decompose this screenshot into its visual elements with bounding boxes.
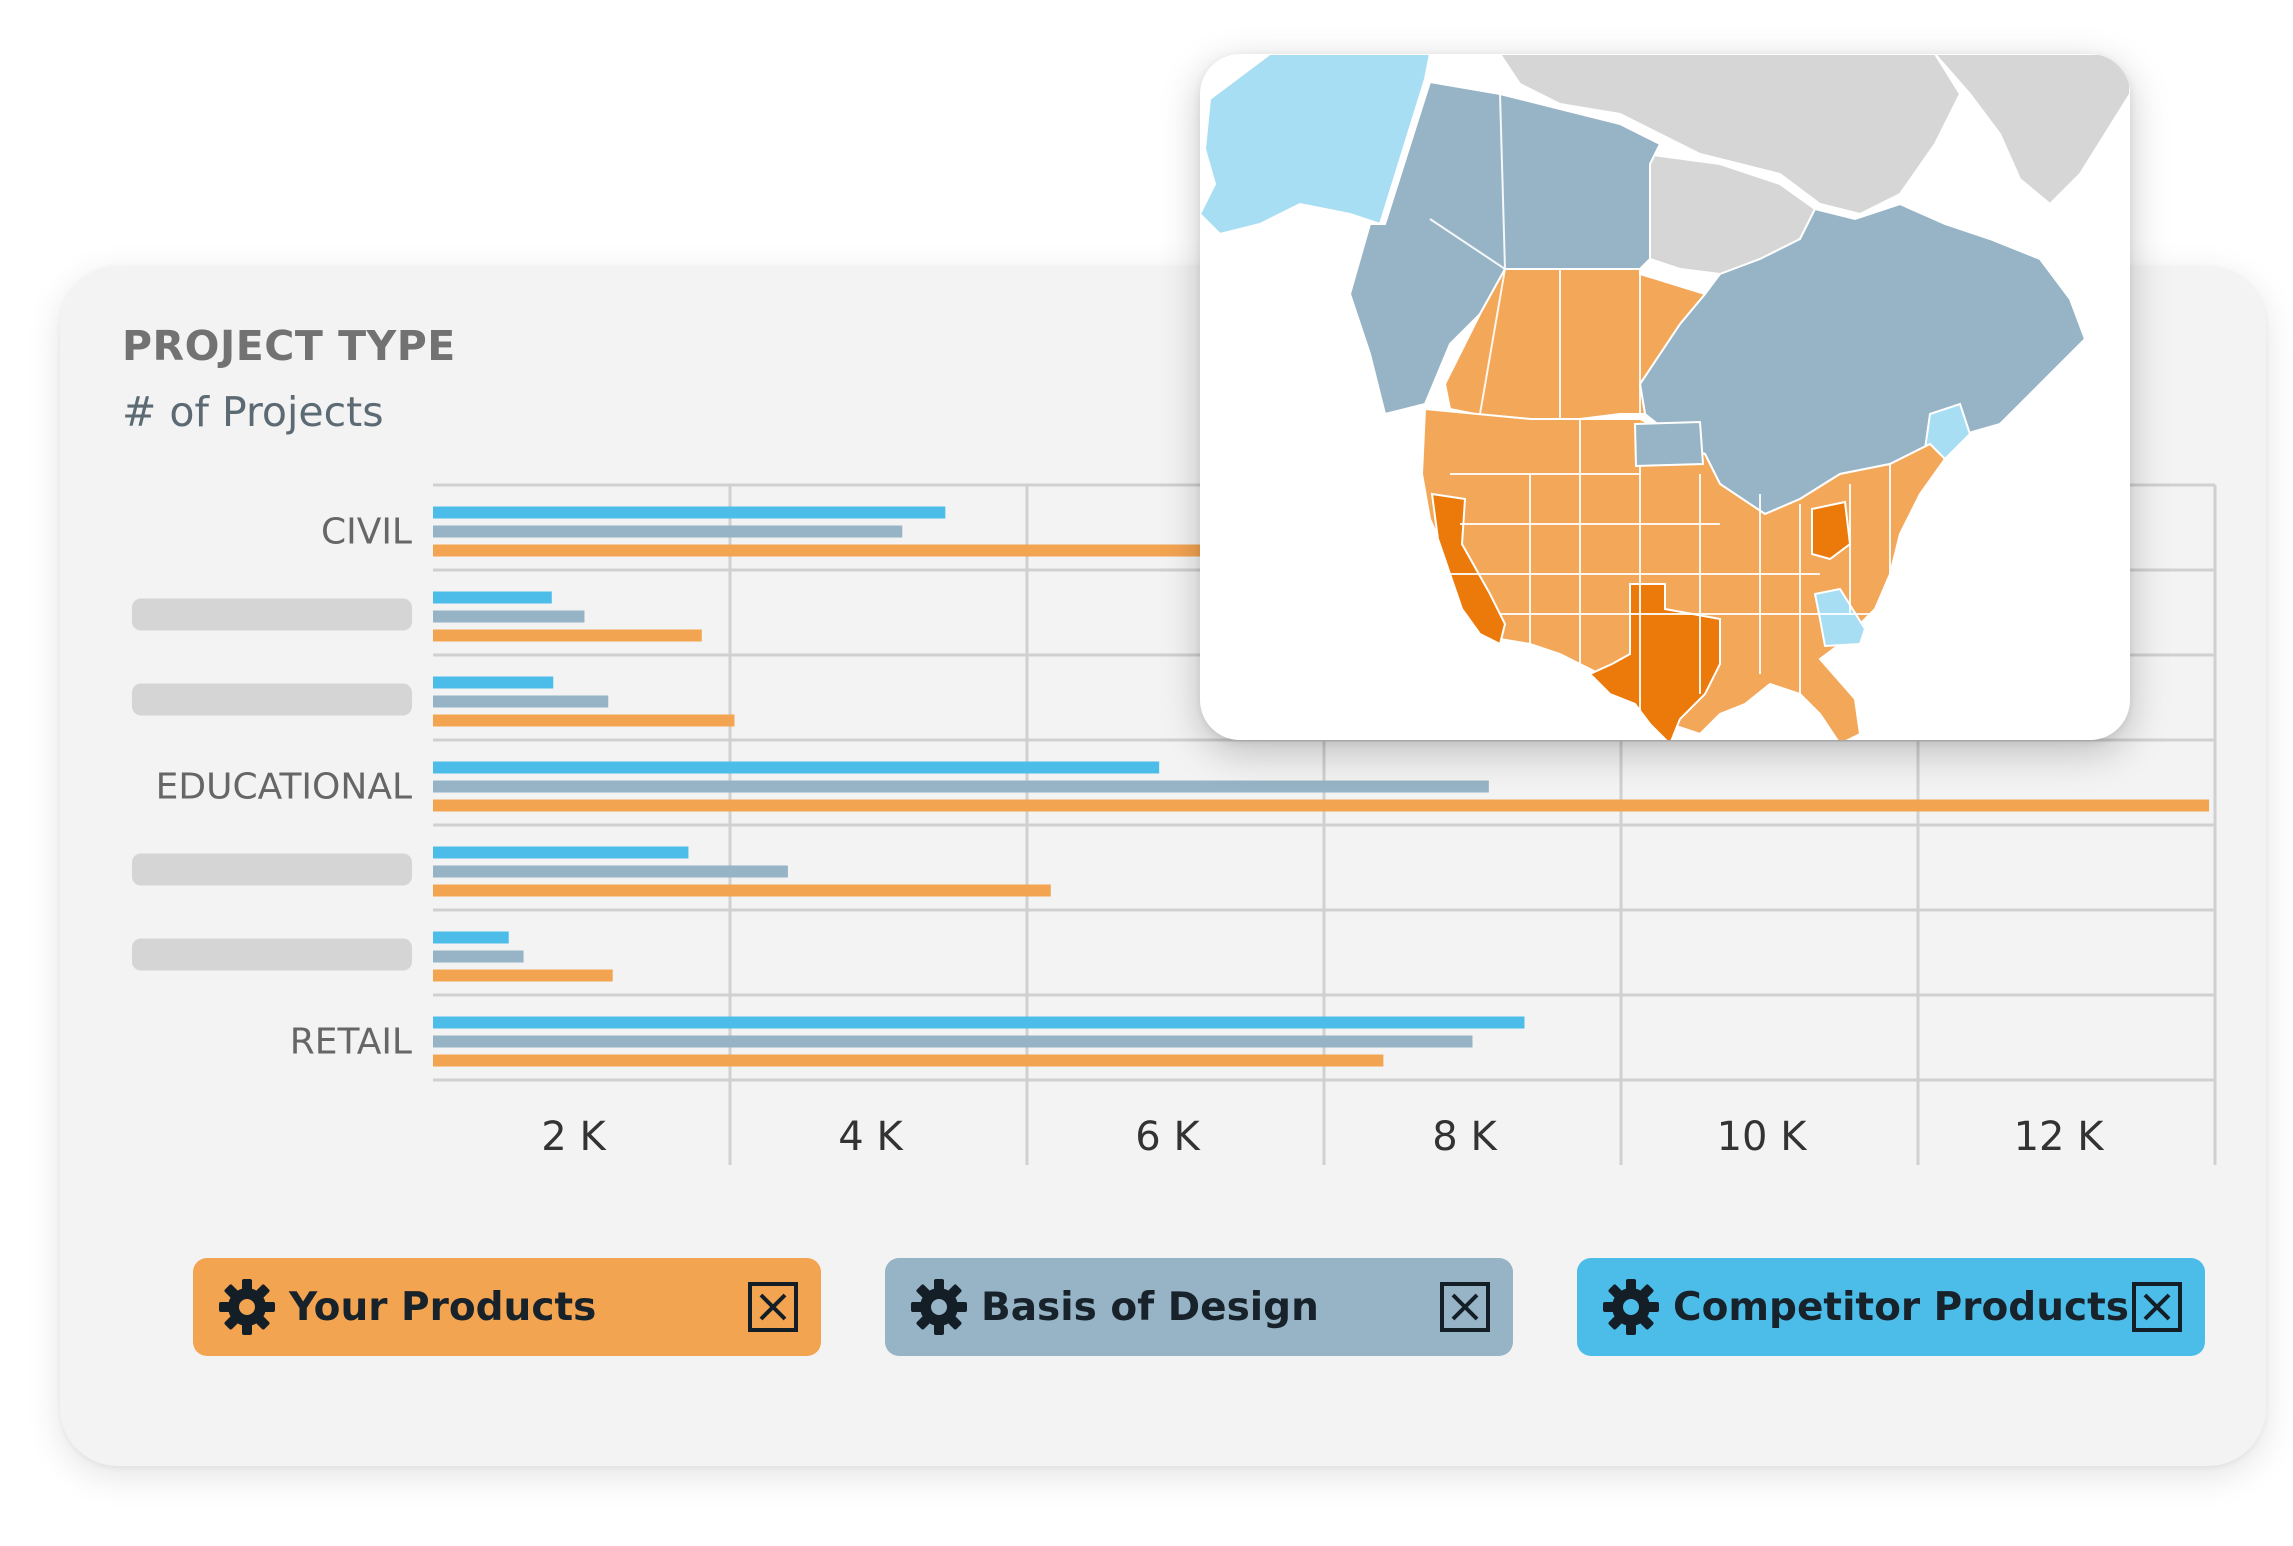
bar (433, 610, 585, 623)
bar (433, 525, 903, 538)
map-card[interactable] (1200, 54, 2130, 740)
category-label: EDUCATIONAL (156, 767, 412, 808)
bar (433, 761, 1160, 774)
close-box-icon[interactable] (747, 1281, 799, 1333)
category-label-placeholder (132, 683, 412, 716)
legend-label-your-products: Your Products (289, 1284, 597, 1330)
bar (433, 1054, 1384, 1067)
category-label: CIVIL (321, 512, 412, 553)
legend-label-basis-of-design: Basis of Design (981, 1284, 1319, 1330)
category-label-placeholder (132, 938, 412, 971)
category-label-placeholder (132, 853, 412, 886)
legend-chip-competitor-products[interactable]: Competitor Products (1577, 1258, 2205, 1356)
legend-chip-your-products[interactable]: Your Products (193, 1258, 821, 1356)
gear-icon (1603, 1279, 1659, 1335)
bar (433, 799, 2210, 812)
bar (433, 1035, 1473, 1048)
x-tick-label: 12 K (2014, 1114, 2106, 1160)
bar (433, 969, 613, 982)
bar (433, 676, 554, 689)
category-label: RETAIL (290, 1022, 412, 1063)
bar (433, 629, 702, 642)
map-region-north-dakota (1633, 420, 1705, 468)
close-box-icon[interactable] (2131, 1281, 2183, 1333)
gear-icon (911, 1279, 967, 1335)
bar (433, 506, 946, 519)
close-box-icon[interactable] (1439, 1281, 1491, 1333)
bar (433, 1016, 1525, 1029)
bar (433, 695, 609, 708)
legend-label-competitor-products: Competitor Products (1673, 1284, 2129, 1330)
bar (433, 865, 788, 878)
bar (433, 931, 509, 944)
x-tick-label: 4 K (838, 1114, 904, 1160)
map-region-greenland (1933, 54, 2130, 206)
legend-chip-basis-of-design[interactable]: Basis of Design (885, 1258, 1513, 1356)
bar (433, 780, 1489, 793)
category-label-placeholder (132, 598, 412, 631)
bar (433, 884, 1051, 897)
x-tick-label: 2 K (541, 1114, 607, 1160)
bar (433, 591, 552, 604)
bar (433, 846, 689, 859)
x-tick-label: 6 K (1135, 1114, 1201, 1160)
north-america-map (1200, 54, 2130, 740)
x-tick-label: 8 K (1432, 1114, 1498, 1160)
gear-icon (219, 1279, 275, 1335)
bar (433, 714, 735, 727)
bar (433, 950, 524, 963)
x-tick-label: 10 K (1717, 1114, 1809, 1160)
